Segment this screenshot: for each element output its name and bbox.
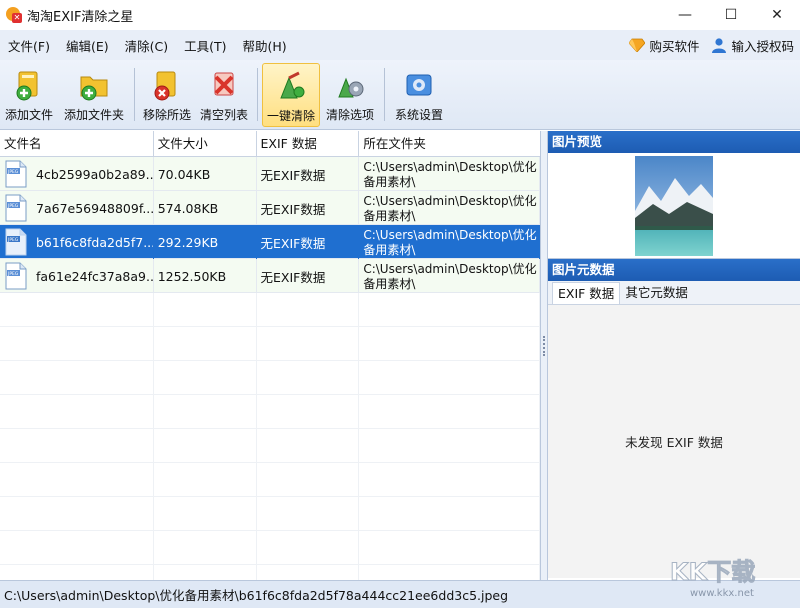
file-exif-status: 无EXIF数据 xyxy=(257,157,360,191)
file-name: fa61e24fc37a8a9... xyxy=(36,268,154,284)
empty-row xyxy=(0,497,540,531)
preview-header: 图片预览 xyxy=(548,131,800,153)
file-folder: C:\Users\admin\Desktop\优化备用素材\ xyxy=(359,191,540,225)
toolbar-separator xyxy=(257,68,258,121)
jpeg-file-icon: JPEG xyxy=(5,160,27,188)
file-folder: C:\Users\admin\Desktop\优化备用素材\ xyxy=(359,157,540,191)
toolbar-separator xyxy=(384,68,385,121)
image-preview xyxy=(548,153,800,259)
empty-row xyxy=(0,361,540,395)
add-file-button[interactable]: 添加文件 xyxy=(0,60,58,130)
column-header-size[interactable]: 文件大小 xyxy=(154,131,257,157)
clean-options-label: 清除选项 xyxy=(325,108,374,122)
file-size: 292.29KB xyxy=(154,225,257,259)
clean-options-icon xyxy=(333,68,367,102)
clear-list-button[interactable]: 清空列表 xyxy=(195,60,253,130)
metadata-tabs: EXIF 数据 其它元数据 xyxy=(548,281,800,305)
file-list-header: 文件名 文件大小 EXIF 数据 所在文件夹 xyxy=(0,131,540,157)
menu-clean[interactable]: 清除(C) xyxy=(117,36,176,55)
file-exif-status: 无EXIF数据 xyxy=(257,191,360,225)
minimize-button[interactable]: — xyxy=(662,0,708,30)
table-row-selected[interactable]: JPEG b61f6c8fda2d5f7... 292.29KB 无EXIF数据… xyxy=(0,225,540,259)
status-bar: C:\Users\admin\Desktop\优化备用素材\b61f6c8fda… xyxy=(0,580,800,608)
column-header-exif[interactable]: EXIF 数据 xyxy=(257,131,360,157)
enter-license-link[interactable]: 输入授权码 xyxy=(711,36,794,55)
menu-edit[interactable]: 编辑(E) xyxy=(58,36,117,55)
empty-row xyxy=(0,293,540,327)
buy-software-label: 购买软件 xyxy=(649,38,700,54)
column-header-name[interactable]: 文件名 xyxy=(0,131,154,157)
file-size: 70.04KB xyxy=(154,157,257,191)
empty-row xyxy=(0,531,540,565)
one-click-clean-icon xyxy=(274,69,308,103)
system-settings-label: 系统设置 xyxy=(394,108,443,122)
remove-selected-label: 移除所选 xyxy=(142,108,191,122)
clear-list-icon xyxy=(207,68,241,102)
title-bar: ✕ 淘淘EXIF清除之星 — ☐ ✕ xyxy=(0,0,800,30)
clear-list-label: 清空列表 xyxy=(199,108,248,122)
add-folder-icon xyxy=(77,68,111,102)
menu-tools[interactable]: 工具(T) xyxy=(176,36,234,55)
empty-row xyxy=(0,327,540,361)
toolbar-separator xyxy=(134,68,135,121)
system-settings-button[interactable]: 系统设置 xyxy=(389,60,449,130)
one-click-clean-label: 一键清除 xyxy=(266,109,315,123)
clean-options-button[interactable]: 清除选项 xyxy=(320,60,380,130)
jpeg-badge: JPEG xyxy=(7,203,19,209)
no-exif-message: 未发现 EXIF 数据 xyxy=(625,435,723,450)
buy-software-link[interactable]: 购买软件 xyxy=(629,36,699,55)
close-button[interactable]: ✕ xyxy=(754,0,800,30)
file-size: 1252.50KB xyxy=(154,259,257,293)
metadata-content: 未发现 EXIF 数据 xyxy=(548,305,800,578)
file-folder: C:\Users\admin\Desktop\优化备用素材\ xyxy=(359,225,540,259)
remove-selected-button[interactable]: 移除所选 xyxy=(139,60,195,130)
remove-selected-icon xyxy=(150,68,184,102)
add-folder-label: 添加文件夹 xyxy=(63,108,124,122)
window-title: 淘淘EXIF清除之星 xyxy=(27,9,134,25)
jpeg-badge: JPEG xyxy=(7,169,19,175)
empty-row xyxy=(0,429,540,463)
add-folder-button[interactable]: 添加文件夹 xyxy=(58,60,130,130)
file-size: 574.08KB xyxy=(154,191,257,225)
file-name: b61f6c8fda2d5f7... xyxy=(36,234,154,250)
jpeg-badge: JPEG xyxy=(7,271,19,277)
preview-image xyxy=(635,155,713,256)
add-file-label: 添加文件 xyxy=(4,108,53,122)
empty-row xyxy=(0,463,540,497)
table-row[interactable]: JPEG fa61e24fc37a8a9... 1252.50KB 无EXIF数… xyxy=(0,259,540,293)
enter-license-label: 输入授权码 xyxy=(731,38,794,54)
file-name: 7a67e56948809f... xyxy=(36,200,154,216)
file-list: 文件名 文件大小 EXIF 数据 所在文件夹 JPEG 4cb2599a0b2a… xyxy=(0,131,541,580)
tab-exif-data[interactable]: EXIF 数据 xyxy=(552,282,621,304)
column-header-folder[interactable]: 所在文件夹 xyxy=(359,131,540,157)
jpeg-file-icon: JPEG xyxy=(5,194,27,222)
metadata-header: 图片元数据 xyxy=(548,259,800,281)
empty-row xyxy=(0,565,540,580)
right-panel: 图片预览 图片元数据 EXIF 数据 其它元数据 未发现 EXIF 数据 xyxy=(547,131,800,580)
one-click-clean-button[interactable]: 一键清除 xyxy=(262,63,320,127)
menu-help[interactable]: 帮助(H) xyxy=(234,36,294,55)
gem-icon xyxy=(629,38,646,52)
toolbar: 添加文件 添加文件夹 移除所选 清空列表 一键清除 清除选项 系统设置 xyxy=(0,60,800,130)
jpeg-file-icon: JPEG xyxy=(5,228,27,256)
file-name: 4cb2599a0b2a89... xyxy=(36,166,154,182)
menu-file[interactable]: 文件(F) xyxy=(0,36,58,55)
empty-row xyxy=(0,395,540,429)
file-exif-status: 无EXIF数据 xyxy=(257,259,360,293)
file-folder: C:\Users\admin\Desktop\优化备用素材\ xyxy=(359,259,540,293)
jpeg-badge: JPEG xyxy=(7,237,19,243)
jpeg-file-icon: JPEG xyxy=(5,262,27,290)
app-logo-icon: ✕ xyxy=(6,7,22,23)
table-row[interactable]: JPEG 4cb2599a0b2a89... 70.04KB 无EXIF数据 C… xyxy=(0,157,540,191)
maximize-button[interactable]: ☐ xyxy=(708,0,754,30)
tab-other-metadata[interactable]: 其它元数据 xyxy=(620,282,693,304)
table-row[interactable]: JPEG 7a67e56948809f... 574.08KB 无EXIF数据 … xyxy=(0,191,540,225)
add-file-icon xyxy=(12,68,46,102)
file-exif-status: 无EXIF数据 xyxy=(257,225,360,259)
system-settings-icon xyxy=(402,68,436,102)
menu-bar: 文件(F) 编辑(E) 清除(C) 工具(T) 帮助(H) 购买软件 输入授权码 xyxy=(0,30,800,60)
status-path: C:\Users\admin\Desktop\优化备用素材\b61f6c8fda… xyxy=(4,588,509,603)
user-icon xyxy=(712,38,727,53)
